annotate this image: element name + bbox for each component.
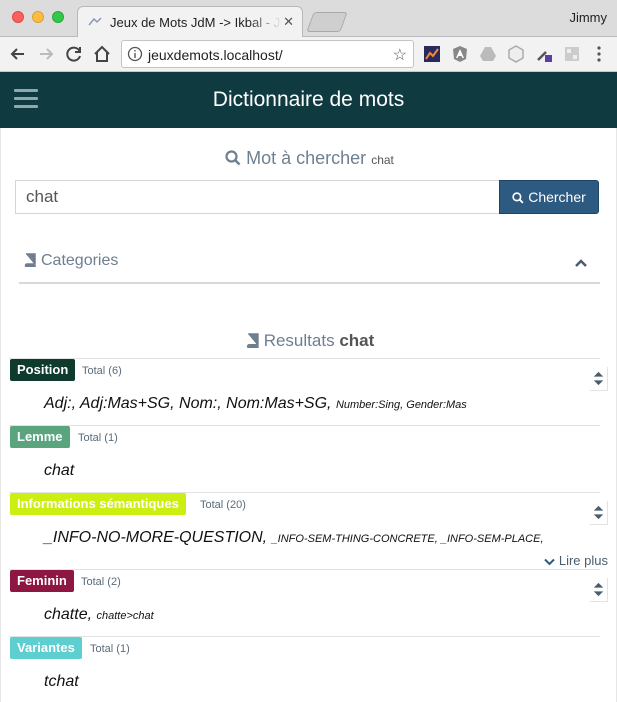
- results-heading-word: chat: [339, 331, 375, 350]
- browser-toolbar: jeuxdemots.localhost/ ☆: [0, 37, 617, 72]
- relation-total: Total (6): [82, 365, 122, 377]
- angular-extension-icon[interactable]: [451, 45, 469, 63]
- relation-total: Total (20): [200, 499, 246, 511]
- maximize-window-button[interactable]: [52, 11, 64, 23]
- bookmark-star-icon[interactable]: ☆: [393, 45, 407, 65]
- browser-tab[interactable]: Jeux de Mots JdM -> Ikbal - Ji ✕: [77, 6, 303, 37]
- book-icon: [246, 333, 259, 349]
- relation-badge[interactable]: Position: [10, 359, 76, 381]
- search-button[interactable]: Chercher: [499, 180, 599, 214]
- sort-icon[interactable]: [590, 367, 608, 391]
- relation-badge[interactable]: Feminin: [10, 570, 74, 592]
- main-content: Mot à chercher chat Chercher Categories …: [0, 128, 617, 702]
- book-icon: [24, 253, 36, 268]
- categories-label: Categories: [41, 252, 119, 269]
- search-icon: [225, 150, 241, 166]
- page-favicon-icon: [88, 17, 102, 26]
- search-heading: Mot à chercher chat: [1, 148, 617, 169]
- page-title: Dictionnaire de mots: [212, 88, 405, 111]
- profile-name[interactable]: Jimmy: [569, 10, 607, 25]
- results-heading: Resultats chat: [1, 331, 617, 351]
- search-input[interactable]: [15, 180, 499, 214]
- browser-tab-bar: Jeux de Mots JdM -> Ikbal - Ji ✕ Jimmy: [0, 0, 617, 37]
- minimize-window-button[interactable]: [32, 11, 44, 23]
- reload-icon[interactable]: [63, 43, 85, 65]
- sort-icon[interactable]: [590, 578, 608, 602]
- relation-lemme: Lemme Total (1) chat: [9, 425, 600, 492]
- address-bar[interactable]: jeuxdemots.localhost/ ☆: [121, 40, 414, 68]
- relation-values: Adj:, Adj:Mas+SG, Nom:, Nom:Mas+SG, Numb…: [44, 395, 467, 412]
- url-text: jeuxdemots.localhost/: [148, 47, 283, 63]
- relation-values: chat: [44, 462, 75, 479]
- extension-stats-icon[interactable]: [423, 45, 441, 63]
- tab-close-icon[interactable]: ✕: [283, 14, 294, 30]
- search-heading-label: Mot à chercher: [246, 148, 367, 168]
- categories-panel[interactable]: Categories: [19, 246, 600, 284]
- relation-values: chatte, chatte>chat: [44, 606, 154, 623]
- relation-variantes: Variantes Total (1) tchat: [9, 636, 600, 702]
- relation-values: tchat: [44, 673, 79, 690]
- back-arrow-icon[interactable]: [7, 43, 29, 65]
- forward-arrow-icon[interactable]: [35, 43, 57, 65]
- search-button-label: Chercher: [528, 189, 586, 205]
- close-window-button[interactable]: [12, 11, 24, 23]
- relation-badge[interactable]: Variantes: [10, 637, 82, 659]
- relation-badge[interactable]: Informations sémantiques: [10, 493, 186, 515]
- relation-informations-semantiques: Informations sémantiques Total (20) _INF…: [9, 492, 608, 569]
- site-info-icon[interactable]: [127, 46, 143, 62]
- hexagon-extension-icon[interactable]: [507, 45, 525, 63]
- relation-total: Total (1): [78, 432, 118, 444]
- relation-position: Position Total (6) Adj:, Adj:Mas+SG, Nom…: [9, 358, 608, 425]
- chevron-up-icon[interactable]: [574, 258, 588, 268]
- relation-total: Total (1): [90, 643, 130, 655]
- categories-title: Categories: [23, 252, 118, 270]
- relation-values: _INFO-NO-MORE-QUESTION, _INFO-SEM-THING-…: [44, 529, 544, 546]
- relation-badge[interactable]: Lemme: [10, 426, 70, 448]
- chevron-down-icon: [544, 558, 555, 566]
- app-header: Dictionnaire de mots: [0, 72, 617, 128]
- eyedropper-extension-icon[interactable]: [535, 45, 553, 63]
- read-more-link[interactable]: Lire plus: [544, 553, 608, 568]
- search-heading-word: chat: [371, 153, 394, 167]
- new-tab-button[interactable]: [306, 12, 348, 32]
- relation-total: Total (2): [81, 576, 121, 588]
- sort-icon[interactable]: [590, 501, 608, 525]
- browser-menu-icon[interactable]: [590, 45, 608, 63]
- drive-extension-icon[interactable]: [479, 45, 497, 63]
- grid-extension-icon[interactable]: [563, 45, 581, 63]
- relation-feminin: Feminin Total (2) chatte, chatte>chat: [9, 569, 608, 636]
- home-icon[interactable]: [91, 43, 113, 65]
- search-icon: [512, 192, 524, 204]
- results-heading-label: Resultats: [263, 331, 335, 350]
